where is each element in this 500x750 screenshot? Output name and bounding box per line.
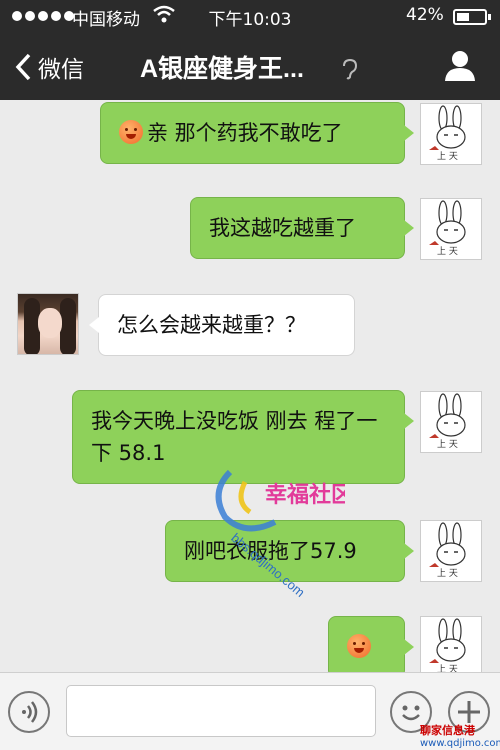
avatar-caption: 上 天 bbox=[437, 569, 458, 579]
chat-title: A银座健身王... bbox=[140, 55, 304, 83]
earpiece-icon bbox=[343, 58, 358, 80]
voice-icon bbox=[22, 701, 38, 723]
my-avatar[interactable]: 上 天 bbox=[420, 198, 482, 260]
battery-icon bbox=[453, 9, 491, 25]
avatar-caption: 上 天 bbox=[437, 665, 458, 672]
watermark-brand: 幸福社区 bbox=[265, 482, 345, 508]
emoji-icon bbox=[347, 634, 371, 658]
battery-percent: 42% bbox=[406, 5, 444, 25]
message-bubble[interactable]: 怎么会越来越重？？ bbox=[89, 294, 355, 356]
message-bubble[interactable] bbox=[328, 616, 414, 672]
avatar-caption: 上 天 bbox=[437, 247, 458, 257]
back-button[interactable]: 微信 bbox=[14, 50, 84, 84]
message-bubble[interactable]: 我这越吃越重了 bbox=[190, 197, 414, 259]
my-avatar[interactable]: 上 天 bbox=[420, 616, 482, 672]
message-bubble[interactable]: 亲 那个药我不敢吃了 bbox=[100, 102, 414, 164]
my-avatar[interactable]: 上 天 bbox=[420, 391, 482, 453]
corner-watermark: 聊家信息港 www.qdjimo.com bbox=[420, 724, 500, 749]
avatar-caption: 上 天 bbox=[437, 440, 458, 450]
contact-profile-icon[interactable] bbox=[443, 48, 477, 82]
top-bar: 中国移动 下午10:03 42% 微信 A银座健身王... bbox=[0, 0, 500, 100]
back-label: 微信 bbox=[38, 57, 84, 83]
my-avatar[interactable]: 上 天 bbox=[420, 520, 482, 582]
my-avatar[interactable]: 上 天 bbox=[420, 103, 482, 165]
emoji-icon bbox=[119, 120, 143, 144]
contact-avatar[interactable] bbox=[17, 293, 79, 355]
voice-button[interactable] bbox=[8, 691, 50, 733]
chevron-left-icon bbox=[15, 53, 31, 81]
message-input[interactable] bbox=[66, 685, 376, 737]
avatar-caption: 上 天 bbox=[437, 152, 458, 162]
status-bar: 中国移动 下午10:03 42% bbox=[0, 0, 500, 32]
chat-area[interactable]: 亲 那个药我不敢吃了 上 天 我这越吃越重了 上 天 怎么会越来越重？？ 我今天… bbox=[0, 100, 500, 672]
nav-bar: 微信 A银座健身王... bbox=[0, 32, 500, 100]
